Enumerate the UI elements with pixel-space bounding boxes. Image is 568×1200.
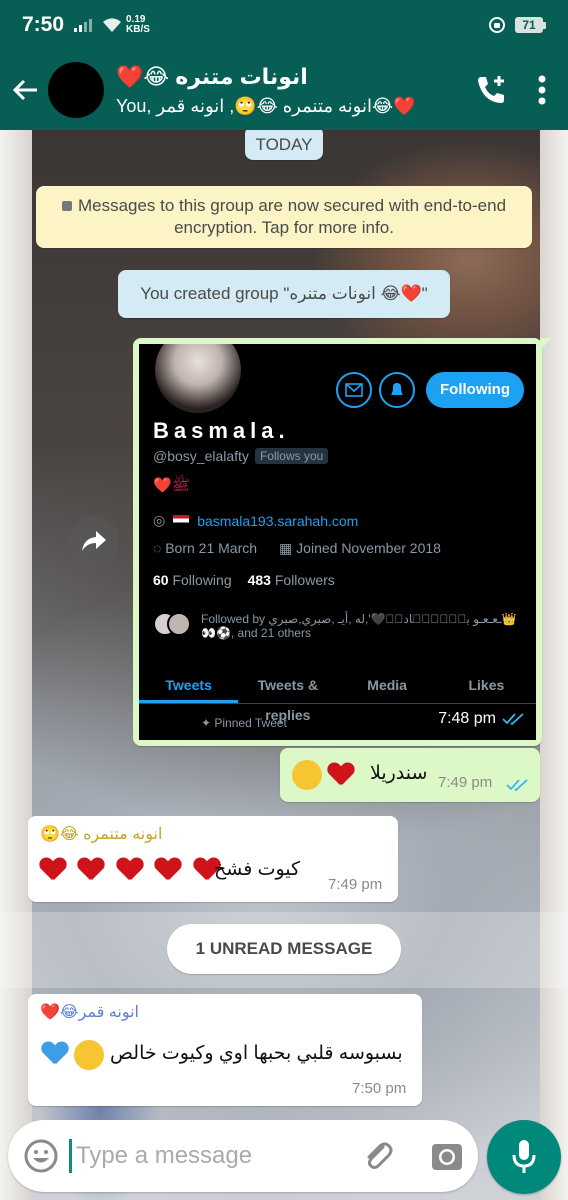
followed-by-row: Followed by ـعـعـو بـۣۣنۣۣاديۣ🖤',له ,أيـ… — [153, 612, 523, 640]
followed-by-more: 👀⚽, and 21 others — [201, 626, 311, 640]
group-title: انونات متنره 😂❤️ — [116, 63, 308, 89]
tab-tweets-replies: Tweets & replies — [257, 677, 319, 723]
share-arrow-icon — [82, 531, 106, 551]
double-check-icon — [502, 713, 524, 726]
double-check-icon — [506, 779, 528, 792]
balloon-icon: ◌ — [153, 540, 166, 556]
message-text: بسبوسه قلبي بحبها اوي وكيوت خالص — [110, 1043, 403, 1064]
message-sender: انونه متنمره 😂🙄 — [40, 826, 163, 843]
tab-likes: Likes — [468, 677, 505, 693]
message-input[interactable] — [69, 1139, 339, 1173]
status-time: 7:50 — [22, 13, 65, 36]
born-date-text: Born 21 March — [165, 540, 258, 556]
pin-icon: ✦ — [201, 716, 215, 730]
message-time-text: 7:48 pm — [438, 710, 496, 727]
profile-counts: 60 Following 483 Followers — [153, 572, 335, 588]
voice-record-button[interactable] — [487, 1120, 561, 1194]
joined-date: ▦ Joined November 2018 — [279, 540, 441, 557]
profile-meta-row: ◌ Born 21 March ▦ Joined November 2018 — [153, 540, 441, 557]
profile-url: basmala193.sarahah.com — [197, 512, 359, 529]
following-count: 60 — [153, 572, 169, 588]
profile-avatar — [152, 344, 244, 416]
net-speed-unit: KB/S — [126, 24, 150, 35]
pinned-tweet-label: ✦ Pinned Tweet — [201, 716, 287, 730]
net-speed: 0.19 KB/S — [126, 15, 150, 35]
lock-icon — [61, 201, 72, 211]
profile-tabs: Tweets Tweets & replies Media Likes — [139, 670, 536, 723]
profile-name: Basmala. — [153, 418, 290, 443]
message-time: 7:49 pm — [328, 876, 383, 893]
add-call-icon[interactable] — [474, 73, 508, 107]
signal-icon — [74, 18, 93, 32]
followers-count: 483 — [247, 572, 271, 588]
profile-handle-row: @bosy_elalafty Follows you — [153, 448, 329, 464]
red-heart-icon — [328, 763, 354, 787]
smiling-face-icon — [292, 760, 322, 790]
encryption-notice-text: Messages to this group are now secured w… — [77, 196, 507, 237]
microphone-icon — [512, 1140, 536, 1173]
wifi-icon — [103, 18, 122, 32]
red-heart-icon — [78, 858, 104, 882]
following-label: Following — [172, 572, 232, 588]
pinned-tweet-text: Pinned Tweet — [214, 716, 287, 730]
message-bubble-incoming[interactable]: انونه قمر😂❤️ بسبوسه قلبي بحبها اوي وكيوت… — [28, 994, 422, 1106]
profile-bio: ❤️ﷺ — [153, 476, 190, 498]
follower-avatars — [153, 612, 193, 638]
profile-location-row: ◎ basmala193.sarahah.com — [153, 512, 358, 529]
calendar-icon: ▦ — [279, 540, 297, 556]
notification-bell-icon — [379, 372, 415, 408]
emoji-icon[interactable] — [23, 1138, 59, 1174]
chat-area[interactable]: TODAY Messages to this group are now sec… — [0, 130, 568, 1200]
message-bubble-incoming[interactable]: انونه متنمره 😂🙄 كيوت فشخ 7:49 pm — [28, 816, 398, 902]
blue-heart-icon — [42, 1042, 68, 1066]
mail-icon — [336, 372, 372, 408]
red-heart-icon — [155, 858, 181, 882]
battery-level: 71 — [515, 17, 543, 33]
twitter-profile-screenshot[interactable]: Following Basmala. @bosy_elalafty Follow… — [139, 344, 536, 740]
followed-by-text: Followed by ـعـعـو بـۣۣنۣۣاديۣ🖤',له ,أيـ… — [201, 612, 517, 626]
laughing-face-icon — [74, 1040, 104, 1070]
message-bubble-outgoing[interactable]: سندريلا 7:49 pm — [280, 748, 540, 802]
profile-handle: @bosy_elalafty — [153, 448, 249, 464]
follows-you-badge: Follows you — [254, 448, 329, 464]
followers-label: Followers — [274, 572, 335, 588]
chat-header: انونات متنره 😂❤️ You, انونه متنمره 😂🙄, ا… — [0, 50, 568, 130]
following-button: Following — [426, 372, 524, 408]
joined-date-text: Joined November 2018 — [296, 540, 441, 556]
group-avatar[interactable] — [48, 62, 104, 118]
flag-icon — [173, 515, 190, 526]
location-icon: ◎ — [153, 512, 166, 528]
image-message[interactable]: Following Basmala. @bosy_elalafty Follow… — [133, 338, 552, 746]
date-chip: TODAY — [245, 130, 323, 160]
rotation-lock-icon — [489, 17, 505, 33]
message-text: كيوت فشخ — [214, 859, 301, 880]
heart-emojis — [40, 858, 220, 883]
back-button[interactable] — [0, 50, 50, 130]
red-heart-icon — [40, 858, 66, 882]
message-composer — [8, 1120, 478, 1192]
unread-divider: 1 UNREAD MESSAGE — [167, 924, 401, 974]
group-info[interactable]: انونات متنره 😂❤️ You, انونه متنمره 😂🙄, ا… — [116, 64, 446, 117]
message-text: سندريلا — [370, 763, 428, 784]
attach-icon[interactable] — [361, 1139, 395, 1173]
arrow-left-icon — [12, 79, 37, 101]
camera-icon[interactable] — [431, 1141, 463, 1171]
forward-button[interactable] — [69, 516, 119, 566]
profile-bio-text: ❤️ﷺ — [153, 477, 190, 494]
message-time: 7:49 pm — [438, 774, 493, 791]
message-sender: انونه قمر😂❤️ — [40, 1004, 139, 1021]
tab-tweets: Tweets — [139, 670, 239, 703]
born-date: ◌ Born 21 March — [153, 540, 257, 557]
red-heart-icon — [117, 858, 143, 882]
battery-icon: 71 — [515, 17, 546, 33]
group-members: You, انونه متنمره 😂🙄, انونه قمر😂❤️ — [116, 95, 416, 116]
message-time: 7:48 pm — [438, 710, 524, 728]
group-created-notice: You created group "انونات متنره 😂❤️" — [118, 270, 450, 318]
status-bar: 7:50 0.19 KB/S 71 — [0, 0, 568, 50]
encryption-notice[interactable]: Messages to this group are now secured w… — [36, 186, 532, 248]
tab-media: Media — [367, 677, 407, 693]
more-options-icon[interactable] — [538, 75, 546, 105]
message-time: 7:50 pm — [352, 1080, 407, 1097]
